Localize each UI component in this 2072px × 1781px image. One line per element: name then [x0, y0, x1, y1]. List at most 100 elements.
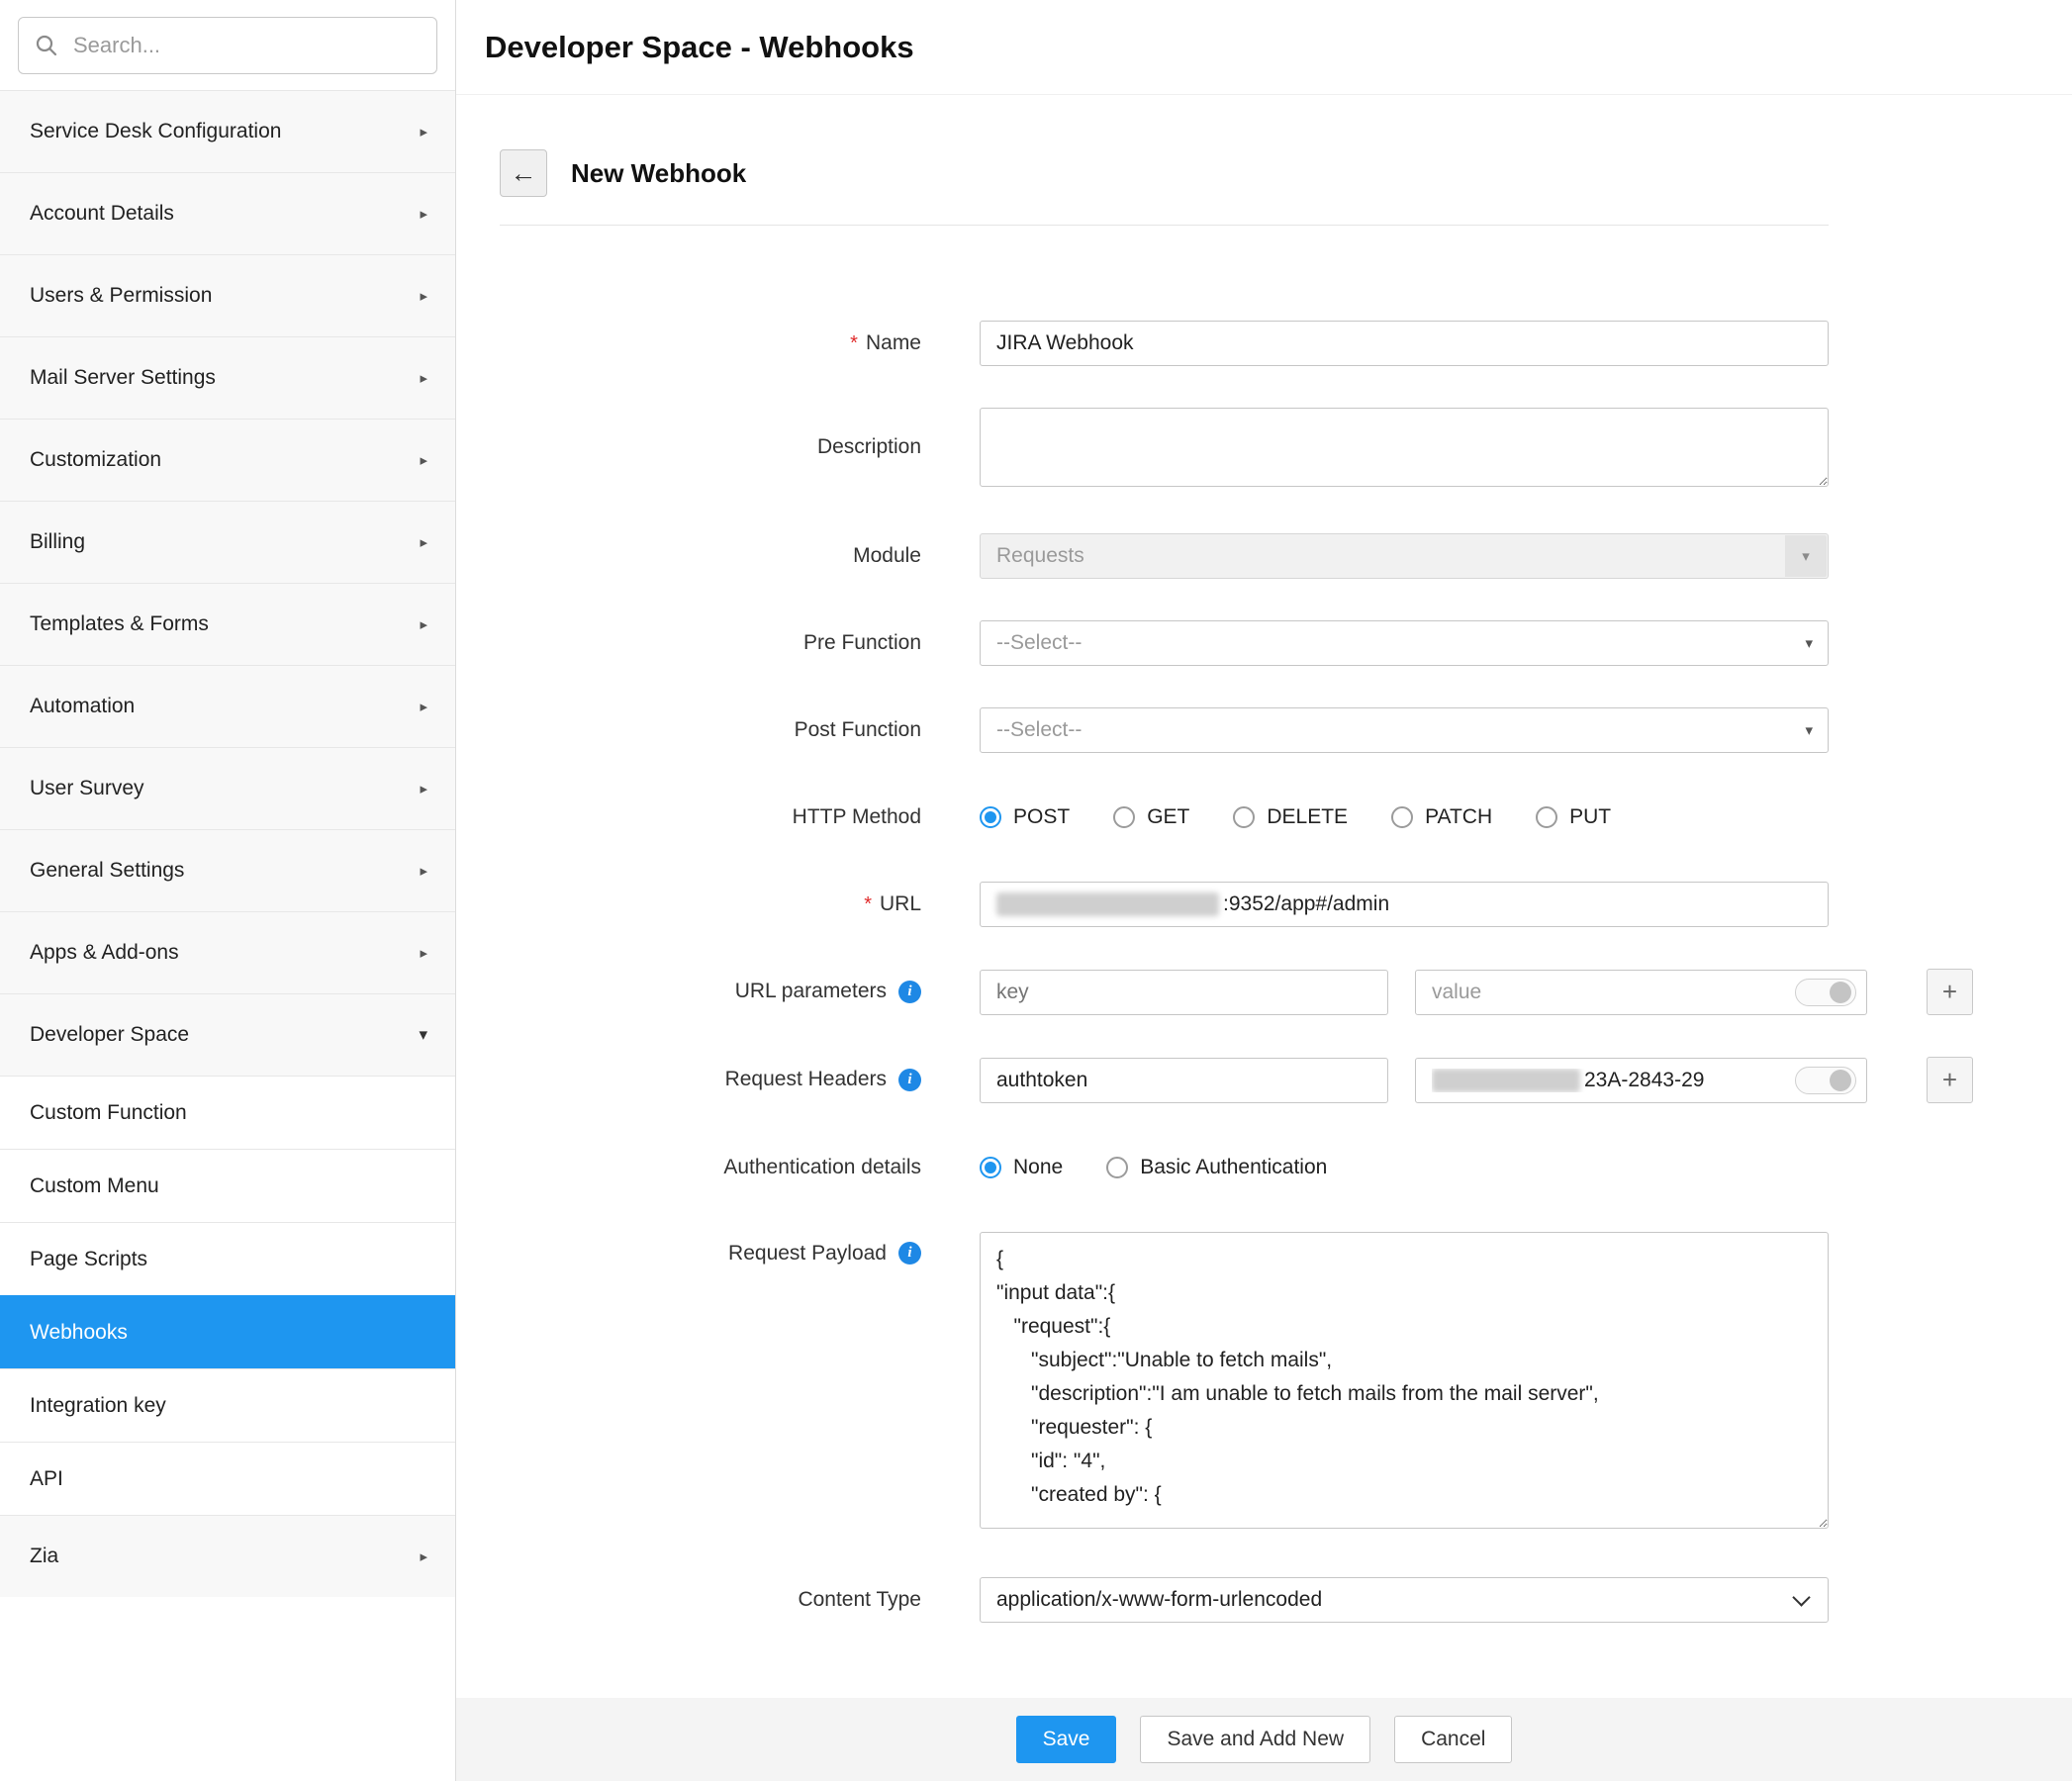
- page-title: New Webhook: [571, 157, 747, 188]
- add-url-parameter-button[interactable]: +: [1927, 969, 1973, 1015]
- search-box[interactable]: [18, 17, 437, 74]
- url-param-key-input[interactable]: [980, 969, 1388, 1015]
- request-header-key-input[interactable]: [980, 1057, 1388, 1103]
- sidebar-item-label: Mail Server Settings: [30, 366, 216, 389]
- sidebar-item-label: Users & Permission: [30, 284, 213, 307]
- back-button[interactable]: ←: [500, 149, 547, 197]
- redacted-text: [1432, 1068, 1580, 1092]
- save-and-add-new-button[interactable]: Save and Add New: [1140, 1716, 1371, 1763]
- sidebar-item-billing[interactable]: Billing ▸: [0, 501, 455, 583]
- chevron-right-icon: ▸: [420, 534, 427, 551]
- sidebar-item-account-details[interactable]: Account Details ▸: [0, 172, 455, 254]
- sidebar-item-custom-menu[interactable]: Custom Menu: [0, 1149, 455, 1222]
- description-label: Description: [816, 435, 921, 458]
- sidebar-item-label: Billing: [30, 530, 86, 553]
- url-input[interactable]: :9352/app#/admin: [980, 882, 1829, 927]
- name-label: * Name: [850, 331, 921, 354]
- sidebar-item-integration-key[interactable]: Integration key: [0, 1368, 455, 1442]
- sidebar-item-service-desk-configuration[interactable]: Service Desk Configuration ▸: [0, 90, 455, 172]
- sidebar-item-templates-forms[interactable]: Templates & Forms ▸: [0, 583, 455, 665]
- name-input[interactable]: [980, 321, 1829, 366]
- auth-basic-radio[interactable]: Basic Authentication: [1106, 1156, 1327, 1179]
- main-content: Developer Space - Webhooks ← New Webhook…: [456, 0, 2072, 1781]
- sidebar-item-user-survey[interactable]: User Survey ▸: [0, 747, 455, 829]
- url-param-toggle[interactable]: [1795, 978, 1856, 1006]
- sidebar-item-label: Custom Menu: [30, 1173, 159, 1197]
- chevron-right-icon: ▸: [420, 781, 427, 797]
- request-header-value-input[interactable]: 23A-2843-29: [1432, 1068, 1704, 1092]
- description-row: Description: [456, 408, 2072, 492]
- info-icon[interactable]: i: [898, 980, 921, 1003]
- module-row: Module Requests ▾: [456, 533, 2072, 579]
- url-param-value-input[interactable]: value: [1432, 981, 1481, 1004]
- sidebar-search: [0, 0, 455, 90]
- content-type-select[interactable]: application/x-www-form-urlencoded: [980, 1577, 1829, 1623]
- sidebar-item-webhooks[interactable]: Webhooks: [0, 1295, 455, 1368]
- http-method-put-radio[interactable]: PUT: [1536, 805, 1611, 829]
- caret-down-icon: ▾: [1805, 635, 1813, 652]
- authentication-row: Authentication details None Basic Authen…: [456, 1145, 2072, 1190]
- url-visible-text: :9352/app#/admin: [1223, 892, 1390, 915]
- required-star: *: [850, 331, 858, 354]
- sidebar-item-page-scripts[interactable]: Page Scripts: [0, 1222, 455, 1295]
- required-star: *: [864, 892, 872, 915]
- module-label: Module: [853, 544, 921, 567]
- sidebar-item-label: Custom Function: [30, 1100, 187, 1124]
- http-method-label: HTTP Method: [792, 805, 921, 828]
- http-method-patch-radio[interactable]: PATCH: [1391, 805, 1492, 829]
- authentication-options: None Basic Authentication: [980, 1145, 1327, 1190]
- radio-checked-icon: [980, 806, 1001, 828]
- chevron-right-icon: ▸: [420, 370, 427, 387]
- sidebar-item-api[interactable]: API: [0, 1442, 455, 1515]
- chevron-right-icon: ▸: [420, 1548, 427, 1565]
- back-row: ← New Webhook: [500, 149, 2072, 197]
- sidebar-item-zia[interactable]: Zia ▸: [0, 1515, 455, 1597]
- sidebar-item-users-permission[interactable]: Users & Permission ▸: [0, 254, 455, 336]
- info-icon[interactable]: i: [898, 1242, 921, 1265]
- page: Service Desk Configuration ▸ Account Det…: [0, 0, 2072, 1781]
- sidebar-item-label: Automation: [30, 695, 136, 717]
- sidebar-item-automation[interactable]: Automation ▸: [0, 665, 455, 747]
- pre-function-select[interactable]: --Select-- ▾: [980, 620, 1829, 666]
- sidebar-item-mail-server-settings[interactable]: Mail Server Settings ▸: [0, 336, 455, 419]
- http-method-get-radio[interactable]: GET: [1113, 805, 1189, 829]
- request-payload-input[interactable]: { "input data":{ "request":{ "subject":"…: [980, 1232, 1829, 1529]
- webhook-form: * Name Description Module: [456, 321, 2072, 1623]
- radio-icon: [1113, 806, 1136, 828]
- sidebar-item-customization[interactable]: Customization ▸: [0, 419, 455, 501]
- post-function-select[interactable]: --Select-- ▾: [980, 707, 1829, 753]
- sidebar-item-label: General Settings: [30, 859, 185, 882]
- chevron-right-icon: ▸: [420, 863, 427, 880]
- main-header: Developer Space - Webhooks: [456, 0, 2072, 95]
- page-header-title: Developer Space - Webhooks: [485, 29, 914, 64]
- back-arrow-icon: ←: [510, 157, 537, 188]
- sidebar-item-custom-function[interactable]: Custom Function: [0, 1076, 455, 1149]
- divider: [500, 225, 1829, 226]
- http-method-delete-radio[interactable]: DELETE: [1233, 805, 1348, 829]
- request-headers-label: Request Headers i: [456, 1057, 921, 1102]
- chevron-right-icon: ▸: [420, 699, 427, 715]
- auth-none-radio[interactable]: None: [980, 1156, 1063, 1179]
- chevron-right-icon: ▸: [420, 288, 427, 305]
- add-request-header-button[interactable]: +: [1927, 1057, 1973, 1103]
- http-method-post-radio[interactable]: POST: [980, 805, 1070, 829]
- sidebar-item-label: Apps & Add-ons: [30, 941, 179, 964]
- chevron-right-icon: ▸: [420, 206, 427, 223]
- cancel-button[interactable]: Cancel: [1394, 1716, 1513, 1763]
- description-input[interactable]: [980, 408, 1829, 487]
- content-type-label: Content Type: [798, 1588, 921, 1611]
- search-input[interactable]: [71, 32, 421, 59]
- url-parameters-row: URL parameters i value +: [456, 969, 2072, 1015]
- save-button[interactable]: Save: [1015, 1716, 1117, 1763]
- sidebar-item-label: User Survey: [30, 777, 144, 799]
- sidebar-item-apps-addons[interactable]: Apps & Add-ons ▸: [0, 911, 455, 993]
- request-payload-label: Request Payload i: [456, 1232, 921, 1277]
- chevron-down-icon: ▾: [419, 1025, 427, 1044]
- request-payload-row: Request Payload i { "input data":{ "requ…: [456, 1232, 2072, 1534]
- request-headers-row: Request Headers i 23A-2843-29: [456, 1057, 2072, 1103]
- request-header-toggle[interactable]: [1795, 1066, 1856, 1094]
- caret-down-icon: ▾: [1805, 722, 1813, 739]
- info-icon[interactable]: i: [898, 1068, 921, 1091]
- sidebar-item-general-settings[interactable]: General Settings ▸: [0, 829, 455, 911]
- sidebar-item-developer-space[interactable]: Developer Space ▾: [0, 993, 455, 1076]
